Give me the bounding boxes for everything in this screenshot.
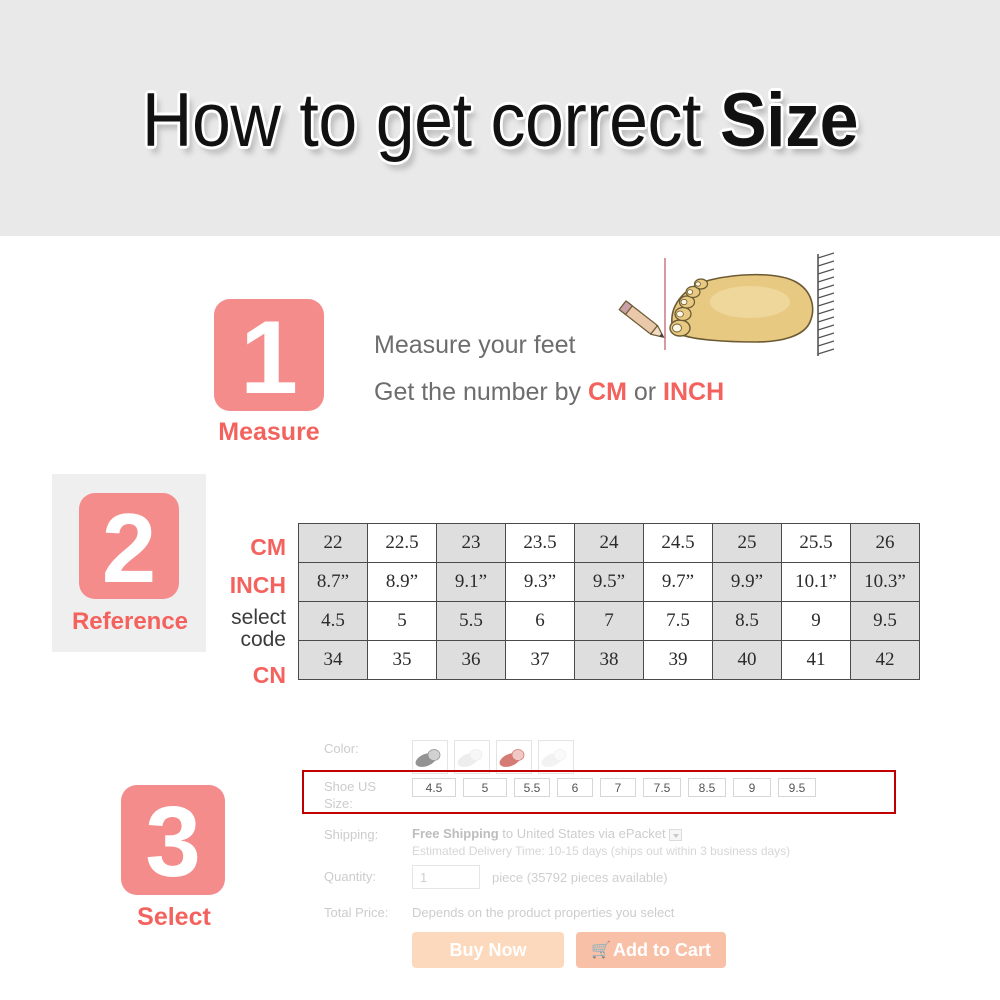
table-cell: 25.5 (781, 523, 851, 563)
table-row: 22 22.5 23 23.5 24 24.5 25 25.5 26 (298, 523, 920, 563)
table-cell: 7 (574, 601, 644, 641)
shoe-swatch-pale[interactable] (538, 740, 574, 774)
shoe-size-option[interactable]: 5.5 (514, 778, 550, 797)
foot-measuring-illustration (618, 252, 835, 356)
shoe-size-option[interactable]: 8.5 (688, 778, 726, 797)
unit-cm: CM (588, 378, 627, 406)
table-cell: 42 (850, 640, 920, 680)
table-cell: 39 (643, 640, 713, 680)
size-table-body: 22 22.5 23 23.5 24 24.5 25 25.5 26 8.7” 8.9” 9.1” 9.… (298, 523, 920, 680)
quantity-availability-note: piece (35792 pieces available) (492, 870, 668, 885)
step-1-line-2-middle: or (626, 378, 664, 406)
table-cell: 8.5 (712, 601, 782, 641)
table-cell: 7.5 (643, 601, 713, 641)
table-cell: 23 (436, 523, 506, 563)
shoe-size-option[interactable]: 5 (463, 778, 507, 797)
table-row: 8.7” 8.9” 9.1” 9.3” 9.5” 9.7” 9.9” 10.1” 10.3” (298, 562, 920, 602)
shoe-size-option[interactable]: 9.5 (778, 778, 816, 797)
table-row-label-cn: CN (252, 662, 286, 688)
table-cell: 9 (781, 601, 851, 641)
step-1-line-2: Get the number by CM or INCH (374, 378, 724, 407)
shoe-swatch-gray[interactable] (412, 740, 448, 774)
step-1-badge: 1 (214, 299, 324, 411)
quantity-input[interactable]: 1 (412, 865, 480, 889)
table-cell: 4.5 (298, 601, 368, 641)
shoe-size-option[interactable]: 4.5 (412, 778, 456, 797)
page-title: How to get correct Size (40, 74, 960, 168)
step-1-line-2-prefix: Get the number by (374, 378, 589, 406)
table-row: 34 35 36 37 38 39 40 41 42 (298, 640, 920, 680)
table-row-label-select-code: select code (160, 607, 286, 651)
table-cell: 5 (367, 601, 437, 641)
table-cell: 36 (436, 640, 506, 680)
select-code-line-2: code (240, 628, 286, 651)
table-cell: 40 (712, 640, 782, 680)
chevron-down-icon[interactable] (668, 828, 682, 841)
table-cell: 35 (367, 640, 437, 680)
table-cell: 9.3” (505, 562, 575, 602)
table-cell: 22 (298, 523, 368, 563)
shoe-size-option[interactable]: 7 (600, 778, 636, 797)
table-row-label-cm: CM (250, 534, 286, 560)
table-cell: 6 (505, 601, 575, 641)
table-cell: 37 (505, 640, 575, 680)
table-cell: 9.5” (574, 562, 644, 602)
table-cell: 10.1” (781, 562, 851, 602)
shoe-swatch-white[interactable] (454, 740, 490, 774)
shopping-cart-icon: 🛒 (591, 942, 611, 959)
table-cell: 25 (712, 523, 782, 563)
add-to-cart-label: Add to Cart (612, 940, 711, 960)
table-cell: 23.5 (505, 523, 575, 563)
table-cell: 24.5 (643, 523, 713, 563)
table-cell: 9.5 (850, 601, 920, 641)
select-code-line-1: select (231, 606, 286, 629)
shipping-label: Shipping: (324, 827, 379, 842)
page-title-bold: Size (719, 78, 859, 163)
unit-inch: INCH (663, 378, 725, 406)
add-to-cart-button[interactable]: 🛒 Add to Cart (576, 932, 726, 968)
step-3-label: Select (137, 903, 211, 931)
table-cell: 26 (850, 523, 920, 563)
shoe-size-option[interactable]: 6 (557, 778, 593, 797)
buy-now-button[interactable]: Buy Now (412, 932, 564, 968)
page-title-plain: How to get correct (141, 78, 720, 163)
table-row: 4.5 5 5.5 6 7 7.5 8.5 9 9.5 (298, 601, 920, 641)
shoe-size-option[interactable]: 9 (733, 778, 771, 797)
free-shipping-text: Free Shipping (412, 826, 499, 841)
step-1-line-1: Measure your feet (374, 331, 576, 359)
table-cell: 41 (781, 640, 851, 680)
size-conversion-table: 22 22.5 23 23.5 24 24.5 25 25.5 26 8.7” 8.9” 9.1” 9.… (298, 523, 920, 680)
table-cell: 8.9” (367, 562, 437, 602)
shipping-method-value: Free Shipping to United States via ePack… (412, 826, 682, 841)
table-cell: 22.5 (367, 523, 437, 563)
table-cell: 9.7” (643, 562, 713, 602)
quantity-label: Quantity: (324, 869, 377, 884)
color-label: Color: (324, 741, 359, 756)
total-price-label: Total Price: (324, 905, 389, 920)
shoe-size-label-line-1: Shoe US (324, 779, 377, 794)
table-cell: 9.9” (712, 562, 782, 602)
step-3-badge: 3 (121, 785, 225, 895)
table-cell: 38 (574, 640, 644, 680)
table-cell: 9.1” (436, 562, 506, 602)
shoe-size-option[interactable]: 7.5 (643, 778, 681, 797)
shoe-size-label-line-2: Size: (324, 796, 353, 811)
infographic-root: How to get correct Size 1 Measure Measur… (0, 0, 1000, 1000)
table-cell: 24 (574, 523, 644, 563)
delivery-estimate-text: Estimated Delivery Time: 10-15 days (shi… (412, 844, 791, 858)
table-row-label-inch: INCH (229, 572, 286, 598)
table-cell: 8.7” (298, 562, 368, 602)
shoe-swatch-red[interactable] (496, 740, 532, 774)
shoe-size-label: Shoe US Size: (324, 778, 419, 812)
table-cell: 34 (298, 640, 368, 680)
shipping-destination-text: to United States via ePacket (498, 826, 666, 841)
step-1-label: Measure (218, 418, 320, 446)
total-price-value: Depends on the product properties you se… (412, 905, 675, 920)
table-cell: 5.5 (436, 601, 506, 641)
table-cell: 10.3” (850, 562, 920, 602)
